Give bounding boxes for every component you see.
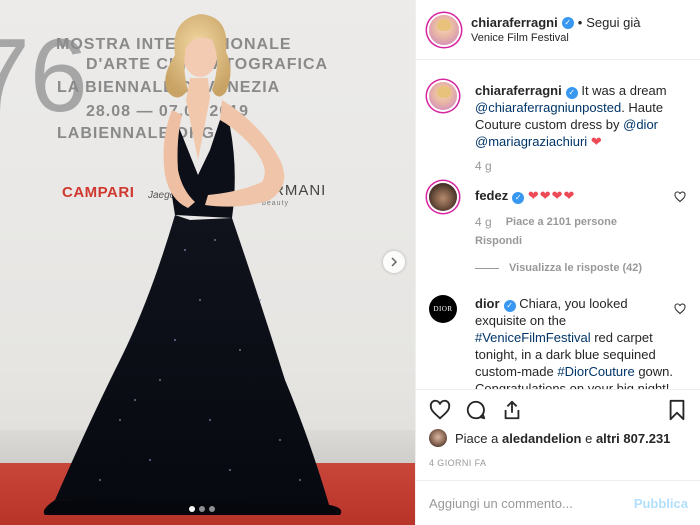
verified-badge-icon: ✓ bbox=[561, 16, 574, 29]
comment-time[interactable]: 4 g bbox=[475, 214, 492, 231]
commenter-username[interactable]: dior bbox=[475, 296, 500, 311]
post-comment-button[interactable]: Pubblica bbox=[634, 496, 688, 511]
carousel-dot-active bbox=[189, 506, 195, 512]
bookmark-icon bbox=[669, 399, 685, 420]
save-button[interactable] bbox=[665, 398, 689, 422]
post-actions-bar bbox=[416, 389, 700, 429]
comments-list[interactable]: chiaraferragni ✓ It was a dream @chiarafe… bbox=[416, 60, 700, 389]
commenter-username[interactable]: fedez bbox=[475, 188, 508, 203]
comment-input[interactable]: Aggiungi un commento... bbox=[429, 496, 634, 511]
share-button[interactable] bbox=[500, 398, 524, 422]
caption: chiaraferragni ✓ It was a dream @chiarafe… bbox=[429, 82, 688, 175]
mention-link[interactable]: @chiaraferragniunposted bbox=[475, 100, 621, 115]
carousel-indicator bbox=[189, 506, 215, 512]
hashtag-link[interactable]: #VeniceFilmFestival bbox=[475, 330, 591, 345]
comment-bubble-icon bbox=[466, 400, 486, 419]
hashtag-link[interactable]: #DiorCouture bbox=[557, 364, 634, 379]
comment-item: fedez ✓ ❤❤❤❤ 4 g Piace a 2101 persone Ris… bbox=[429, 183, 688, 277]
carousel-dot bbox=[199, 506, 205, 512]
heart-emoji: ❤ bbox=[590, 134, 603, 149]
like-comment-heart-icon[interactable] bbox=[674, 191, 686, 203]
author-avatar[interactable] bbox=[429, 82, 457, 110]
likes-conjunction: e bbox=[585, 430, 593, 446]
commenter-avatar[interactable]: DIOR bbox=[429, 295, 457, 323]
like-comment-heart-icon[interactable] bbox=[674, 303, 686, 315]
view-replies-button[interactable]: Visualizza le risposte (42) bbox=[475, 260, 675, 277]
following-button[interactable]: Segui già bbox=[586, 15, 640, 30]
post-photo[interactable]: 76 MOSTRA INTERNAZIONALE D'ARTE CINEMATO… bbox=[0, 0, 415, 525]
chevron-right-icon bbox=[391, 257, 398, 267]
caption-text: It was a dream bbox=[581, 83, 667, 98]
verified-badge-icon: ✓ bbox=[503, 299, 516, 312]
caption-time[interactable]: 4 g bbox=[475, 158, 492, 175]
post-timestamp[interactable]: 4 GIORNI FA bbox=[429, 458, 486, 468]
add-comment-bar: Aggiungi un commento... Pubblica bbox=[416, 480, 700, 525]
author-username[interactable]: chiaraferragni bbox=[471, 15, 558, 30]
replies-divider bbox=[475, 268, 499, 269]
woman-in-gown-illustration bbox=[43, 14, 342, 515]
separator-dot: • bbox=[577, 15, 583, 30]
post-location[interactable]: Venice Film Festival bbox=[471, 32, 640, 44]
comment-text: ❤❤❤❤ bbox=[527, 188, 576, 203]
verified-badge-icon: ✓ bbox=[512, 191, 525, 204]
view-replies-label: Visualizza le risposte (42) bbox=[509, 262, 643, 274]
post-header: chiaraferragni ✓ • Segui già Venice Film… bbox=[416, 0, 700, 60]
verified-badge-icon: ✓ bbox=[565, 86, 578, 99]
mention-link[interactable]: @mariagraziachiuri bbox=[475, 134, 587, 149]
likes-prefix: Piace a bbox=[455, 430, 499, 446]
likes-summary: Piace a aledandelion e altri 807.231 bbox=[429, 429, 670, 447]
caption-username[interactable]: chiaraferragni bbox=[475, 83, 562, 98]
mention-link[interactable]: @dior bbox=[623, 117, 658, 132]
heart-icon bbox=[429, 399, 451, 419]
likes-count-button[interactable]: altri 807.231 bbox=[596, 431, 670, 446]
reply-button[interactable]: Rispondi bbox=[475, 233, 675, 250]
commenter-avatar[interactable] bbox=[429, 183, 457, 211]
comment-button[interactable] bbox=[464, 398, 488, 422]
liker-username[interactable]: aledandelion bbox=[502, 431, 581, 446]
carousel-dot bbox=[209, 506, 215, 512]
share-icon bbox=[504, 400, 520, 419]
carousel-next-button[interactable] bbox=[383, 251, 405, 273]
post-side-panel: chiaraferragni ✓ • Segui già Venice Film… bbox=[415, 0, 700, 525]
comment-item: DIOR dior ✓ Chiara, you looked exquisite … bbox=[429, 295, 688, 389]
liker-avatar[interactable] bbox=[429, 429, 447, 447]
author-avatar[interactable] bbox=[429, 14, 459, 45]
comment-likes[interactable]: Piace a 2101 persone bbox=[506, 214, 617, 231]
like-button[interactable] bbox=[428, 398, 452, 422]
